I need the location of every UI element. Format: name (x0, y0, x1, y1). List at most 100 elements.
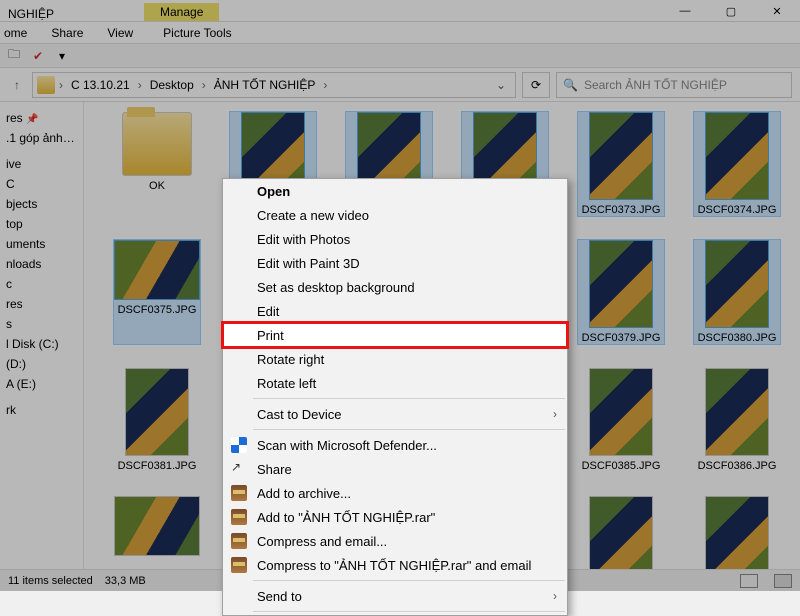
search-icon: 🔍 (563, 78, 578, 92)
status-size: 33,3 MB (105, 575, 146, 587)
ctx-separator (253, 429, 565, 430)
address-dropdown-icon[interactable]: ⌄ (491, 78, 511, 92)
search-box[interactable]: 🔍 Search ẢNH TỐT NGHIỆP (556, 72, 792, 98)
ctx-edit[interactable]: Edit (223, 299, 567, 323)
nav-item[interactable]: c (4, 274, 79, 294)
ctx-add-to-rar[interactable]: Add to "ẢNH TỐT NGHIỆP.rar" (223, 505, 567, 529)
file-label: DSCF0380.JPG (698, 332, 777, 344)
nav-item[interactable]: ive (4, 154, 79, 174)
file-label: DSCF0381.JPG (118, 460, 197, 472)
chevron-right-icon: › (553, 589, 557, 603)
ctx-compress-to-email[interactable]: Compress to "ẢNH TỐT NGHIỆP.rar" and ema… (223, 553, 567, 577)
chevron-right-icon[interactable]: › (59, 78, 63, 92)
ctx-rotate-left[interactable]: Rotate left (223, 371, 567, 395)
share-icon (231, 461, 247, 477)
folder-icon (122, 112, 192, 176)
tab-share[interactable]: Share (51, 26, 83, 40)
breadcrumb-segment[interactable]: Desktop (146, 78, 198, 92)
chevron-right-icon[interactable]: › (323, 78, 327, 92)
ctx-print[interactable]: Print (223, 323, 567, 347)
address-bar[interactable]: › C 13.10.21 › Desktop › ẢNH TỐT NGHIỆP … (32, 72, 516, 98)
file-item[interactable]: DSCF0374.JPG (694, 112, 780, 216)
ctx-set-background[interactable]: Set as desktop background (223, 275, 567, 299)
file-item[interactable]: DSCF0385.JPG (578, 368, 664, 472)
details-view-icon[interactable] (740, 574, 758, 588)
ctx-create-video[interactable]: Create a new video (223, 203, 567, 227)
archive-icon (231, 533, 247, 549)
breadcrumb-segment[interactable]: ẢNH TỐT NGHIỆP (210, 78, 320, 92)
thumbnail-image (125, 368, 189, 456)
nav-item[interactable]: top (4, 214, 79, 234)
chevron-right-icon[interactable]: › (202, 78, 206, 92)
ctx-compress-email[interactable]: Compress and email... (223, 529, 567, 553)
breadcrumb-segment[interactable]: C 13.10.21 (67, 78, 134, 92)
thumbnail-image (705, 368, 769, 456)
file-label: DSCF0375.JPG (118, 304, 197, 316)
ctx-open[interactable]: Open (223, 179, 567, 203)
ctx-cast-to-device[interactable]: Cast to Device› (223, 402, 567, 426)
file-item[interactable]: DSCF0379.JPG (578, 240, 664, 344)
refresh-icon: ⟳ (531, 78, 541, 92)
ctx-send-to[interactable]: Send to› (223, 584, 567, 608)
nav-item[interactable]: nloads (4, 254, 79, 274)
file-label: DSCF0379.JPG (582, 332, 661, 344)
folder-item[interactable]: OK (114, 112, 200, 216)
quick-access-toolbar: 🗀 ✔ ▾ (0, 44, 800, 68)
nav-item[interactable]: (D:) (4, 354, 79, 374)
thumbnail-image (589, 240, 653, 328)
ctx-add-archive[interactable]: Add to archive... (223, 481, 567, 505)
ctx-edit-paint3d[interactable]: Edit with Paint 3D (223, 251, 567, 275)
ctx-rotate-right[interactable]: Rotate right (223, 347, 567, 371)
nav-item[interactable]: res (4, 294, 79, 314)
nav-item[interactable]: bjects (4, 194, 79, 214)
ctx-scan-defender[interactable]: Scan with Microsoft Defender... (223, 433, 567, 457)
navigation-pane[interactable]: res 📌 .1 góp ảnh thàn ive C bjects top u… (0, 102, 84, 569)
thumbnail-image (705, 240, 769, 328)
thumbnail-image (114, 240, 200, 300)
file-item[interactable]: DSCF0373.JPG (578, 112, 664, 216)
search-placeholder: Search ẢNH TỐT NGHIỆP (584, 78, 727, 92)
file-item[interactable]: DSCF0380.JPG (694, 240, 780, 344)
ctx-share[interactable]: Share (223, 457, 567, 481)
file-label: OK (149, 180, 165, 192)
context-menu: Open Create a new video Edit with Photos… (222, 178, 568, 616)
minimize-button[interactable]: — (662, 0, 708, 22)
qat-dropdown-icon[interactable]: ▾ (54, 48, 70, 64)
chevron-right-icon[interactable]: › (138, 78, 142, 92)
thumbnail-image (705, 112, 769, 200)
contextual-tab-manage[interactable]: Manage (144, 3, 219, 21)
nav-item[interactable]: rk (4, 400, 79, 420)
nav-item[interactable]: C (4, 174, 79, 194)
refresh-button[interactable]: ⟳ (522, 72, 550, 98)
file-item[interactable]: DSCF0375.JPG (114, 240, 200, 344)
address-bar-row: ↑ › C 13.10.21 › Desktop › ẢNH TỐT NGHIỆ… (0, 68, 800, 102)
nav-item[interactable]: uments (4, 234, 79, 254)
archive-icon (231, 485, 247, 501)
window-title: NGHIỆP (8, 7, 54, 21)
nav-item[interactable]: l Disk (C:) (4, 334, 79, 354)
chevron-right-icon: › (553, 407, 557, 421)
qat-properties-icon[interactable]: ✔ (30, 48, 46, 64)
nav-item[interactable]: res 📌 (4, 108, 79, 128)
status-selection: 11 items selected (8, 575, 93, 587)
archive-icon (231, 509, 247, 525)
qat-new-folder-icon[interactable]: 🗀 (6, 48, 22, 64)
maximize-button[interactable]: ▢ (708, 0, 754, 22)
nav-item[interactable]: A (E:) (4, 374, 79, 394)
file-item[interactable]: DSCF0386.JPG (694, 368, 780, 472)
tab-home[interactable]: ome (4, 26, 27, 40)
thumbnail-view-icon[interactable] (774, 574, 792, 588)
thumbnail-image (589, 368, 653, 456)
folder-icon (37, 76, 55, 94)
ctx-separator (253, 611, 565, 612)
file-item[interactable]: DSCF0381.JPG (114, 368, 200, 472)
tab-view[interactable]: View (107, 26, 133, 40)
nav-item[interactable]: .1 góp ảnh thàn (4, 128, 79, 148)
tab-picture-tools[interactable]: Picture Tools (163, 26, 231, 40)
nav-up-icon[interactable]: ↑ (8, 76, 26, 94)
window-controls: — ▢ ✕ (662, 0, 800, 22)
close-button[interactable]: ✕ (754, 0, 800, 22)
nav-item[interactable]: s (4, 314, 79, 334)
thumbnail-image (114, 496, 200, 556)
ctx-edit-photos[interactable]: Edit with Photos (223, 227, 567, 251)
